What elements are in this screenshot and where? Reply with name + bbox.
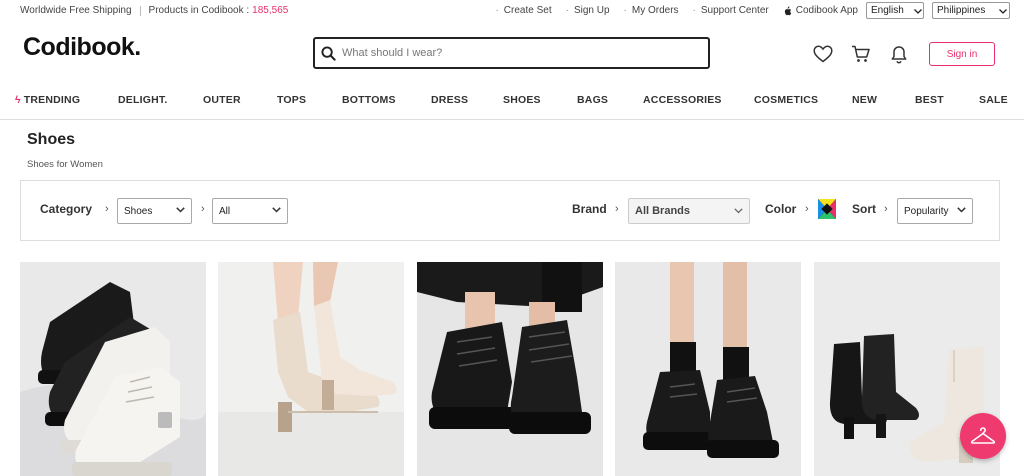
brand-select[interactable]: All Brands xyxy=(628,198,750,224)
bell-icon[interactable] xyxy=(888,44,910,64)
products-count: 185,565 xyxy=(252,5,289,16)
sign-in-button[interactable]: Sign in xyxy=(929,42,995,66)
codibook-app-link[interactable]: Codibook App xyxy=(783,5,858,16)
product-image-chunky-loafers[interactable] xyxy=(615,262,801,476)
nav-item-trending[interactable]: ϟ TRENDING xyxy=(15,94,80,106)
sort-value: Popularity xyxy=(904,205,949,217)
chevron-right-icon: › xyxy=(201,203,205,215)
product-card[interactable] xyxy=(417,262,603,476)
category-select[interactable]: Shoes xyxy=(117,198,192,224)
main-nav: ϟ TRENDING DELIGHT. OUTER TOPS BOTTOMS DR… xyxy=(0,88,1024,120)
codibook-app-label: Codibook App xyxy=(795,5,858,16)
chevron-down-icon xyxy=(999,6,1008,16)
page-title: Shoes xyxy=(27,131,76,148)
bullet-icon: · xyxy=(565,5,569,16)
heart-icon[interactable] xyxy=(812,44,834,64)
chevron-down-icon xyxy=(913,6,922,16)
search-input[interactable] xyxy=(342,47,682,59)
language-select[interactable]: English xyxy=(866,2,924,19)
product-image-combat-boots[interactable] xyxy=(20,262,206,476)
chevron-down-icon xyxy=(176,205,185,216)
nav-item-outer[interactable]: OUTER xyxy=(203,94,241,106)
hanger-fab-button[interactable] xyxy=(960,413,1006,459)
hanger-icon xyxy=(970,427,996,444)
color-picker-icon[interactable] xyxy=(818,199,836,219)
subcategory-select[interactable]: All xyxy=(212,198,288,224)
language-value: English xyxy=(871,5,904,16)
brand-value: All Brands xyxy=(635,205,691,217)
product-image-chunky-lace-boots[interactable] xyxy=(417,262,603,476)
nav-item-shoes[interactable]: SHOES xyxy=(503,94,541,106)
page-subtitle: Shoes for Women xyxy=(27,159,103,170)
chevron-down-icon xyxy=(734,205,743,217)
my-orders-link[interactable]: · My Orders xyxy=(624,5,679,16)
sign-up-label: Sign Up xyxy=(573,5,610,16)
create-set-link[interactable]: · Create Set xyxy=(495,5,551,16)
sign-up-link[interactable]: · Sign Up xyxy=(566,5,610,16)
create-set-label: Create Set xyxy=(503,5,552,16)
category-label: Category xyxy=(40,202,93,216)
brand-label: Brand xyxy=(572,202,607,216)
subcategory-value: All xyxy=(219,205,231,217)
product-card[interactable] xyxy=(20,262,206,476)
chevron-right-icon: › xyxy=(805,203,809,215)
chevron-right-icon: › xyxy=(105,203,109,215)
chevron-down-icon xyxy=(957,205,966,216)
bolt-icon: ϟ xyxy=(15,94,21,106)
nav-item-dress[interactable]: DRESS xyxy=(431,94,468,106)
nav-item-delight[interactable]: DELIGHT. xyxy=(118,94,167,106)
country-value: Philippines xyxy=(937,5,986,16)
sort-label: Sort xyxy=(852,202,876,216)
product-card[interactable] xyxy=(218,262,404,476)
chevron-right-icon: › xyxy=(615,203,619,215)
nav-item-sale[interactable]: SALE xyxy=(979,94,1008,106)
support-center-link[interactable]: · Support Center xyxy=(693,5,769,16)
nav-item-new[interactable]: NEW xyxy=(852,94,877,106)
product-image-sock-boots[interactable] xyxy=(218,262,404,476)
bullet-icon: · xyxy=(623,5,627,16)
nav-item-accessories[interactable]: ACCESSORIES xyxy=(643,94,722,106)
filter-bar: Category › Shoes › All Brand › All Brand… xyxy=(20,180,1000,241)
free-shipping-text: Worldwide Free Shipping xyxy=(20,5,132,16)
nav-item-bottoms[interactable]: BOTTOMS xyxy=(342,94,396,106)
search-icon xyxy=(321,45,336,61)
top-utility-bar: Worldwide Free Shipping Products in Codi… xyxy=(0,0,1024,22)
chevron-down-icon xyxy=(272,205,281,216)
shipping-info: Worldwide Free Shipping Products in Codi… xyxy=(20,5,288,16)
nav-item-bags[interactable]: BAGS xyxy=(577,94,608,106)
my-orders-label: My Orders xyxy=(631,5,679,16)
bullet-icon: · xyxy=(692,5,696,16)
header-icons xyxy=(812,44,926,64)
logo[interactable]: Codibook. xyxy=(23,33,141,62)
products-count-label: Products in Codibook : xyxy=(148,5,250,16)
cart-icon[interactable] xyxy=(850,44,872,64)
divider xyxy=(139,5,141,16)
search-bar[interactable] xyxy=(313,37,710,69)
color-label: Color xyxy=(765,202,797,216)
chevron-right-icon: › xyxy=(884,203,888,215)
support-center-label: Support Center xyxy=(700,5,769,16)
nav-item-cosmetics[interactable]: COSMETICS xyxy=(754,94,818,106)
top-links: · Create Set · Sign Up · My Orders · Support… xyxy=(481,2,1010,19)
nav-item-label: TRENDING xyxy=(23,94,81,106)
category-value: Shoes xyxy=(124,205,153,217)
sort-select[interactable]: Popularity xyxy=(897,198,973,224)
country-select[interactable]: Philippines xyxy=(932,2,1010,19)
product-card[interactable] xyxy=(615,262,801,476)
nav-item-best[interactable]: BEST xyxy=(915,94,944,106)
apple-icon xyxy=(784,5,791,15)
bullet-icon: · xyxy=(495,5,499,16)
nav-item-tops[interactable]: TOPS xyxy=(277,94,306,106)
